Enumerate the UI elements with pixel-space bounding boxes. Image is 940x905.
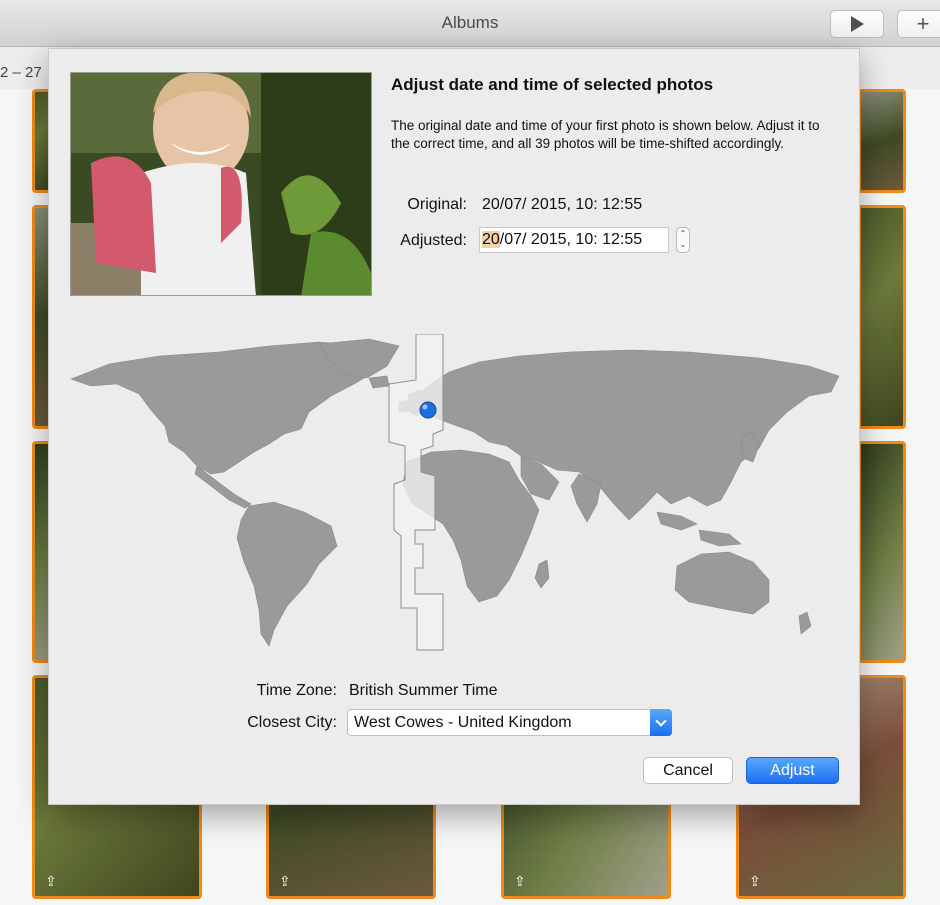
adjusted-day-segment[interactable]: 20 — [482, 231, 500, 248]
slideshow-button[interactable] — [830, 10, 884, 38]
share-icon: ⇪ — [514, 873, 526, 889]
share-icon: ⇪ — [279, 873, 291, 889]
dialog-heading: Adjust date and time of selected photos — [391, 75, 714, 94]
add-button[interactable]: + — [897, 10, 940, 38]
share-icon: ⇪ — [749, 873, 761, 889]
adjust-date-time-dialog: Adjust date and time of selected photos … — [48, 48, 860, 805]
photo-thumbnail[interactable] — [858, 441, 906, 663]
closest-city-label: Closest City: — [247, 714, 337, 731]
timezone-label: Time Zone: — [256, 682, 337, 699]
adjust-button[interactable]: Adjust — [746, 757, 839, 784]
window-titlebar: Albums + — [0, 0, 940, 47]
photo-thumbnail[interactable] — [858, 89, 906, 193]
time-zone-highlight — [388, 334, 444, 651]
location-pin-icon — [419, 401, 437, 419]
share-icon: ⇪ — [45, 873, 57, 889]
timezone-value: British Summer Time — [349, 682, 498, 699]
cancel-button[interactable]: Cancel — [643, 757, 733, 784]
photo-thumbnail[interactable] — [858, 205, 906, 429]
closest-city-select[interactable]: West Cowes - United Kingdom — [347, 709, 672, 736]
chevron-down-icon[interactable] — [650, 709, 672, 736]
window-title: Albums — [441, 13, 499, 32]
date-stepper[interactable]: ⌃ ⌄ — [676, 227, 690, 253]
adjusted-date-rest[interactable]: /07/ 2015, 10: 12:55 — [500, 231, 642, 248]
time-zone-map[interactable] — [69, 334, 841, 664]
play-icon — [850, 16, 864, 32]
date-range-label: 2 – 27 — [0, 64, 42, 81]
adjusted-label: Adjusted: — [400, 232, 467, 249]
closest-city-value: West Cowes - United Kingdom — [354, 714, 572, 731]
original-date-value: 20/07/ 2015, 10: 12:55 — [482, 196, 643, 213]
world-landmass — [70, 338, 840, 647]
selected-photo-preview — [70, 72, 372, 296]
stepper-down-icon[interactable]: ⌄ — [677, 239, 689, 250]
photo-preview-image — [71, 73, 371, 295]
adjusted-date-field[interactable]: 20/07/ 2015, 10: 12:55 — [479, 227, 669, 253]
stepper-up-icon[interactable]: ⌃ — [677, 228, 689, 239]
dialog-description: The original date and time of your first… — [391, 118, 820, 151]
original-label: Original: — [407, 196, 467, 213]
